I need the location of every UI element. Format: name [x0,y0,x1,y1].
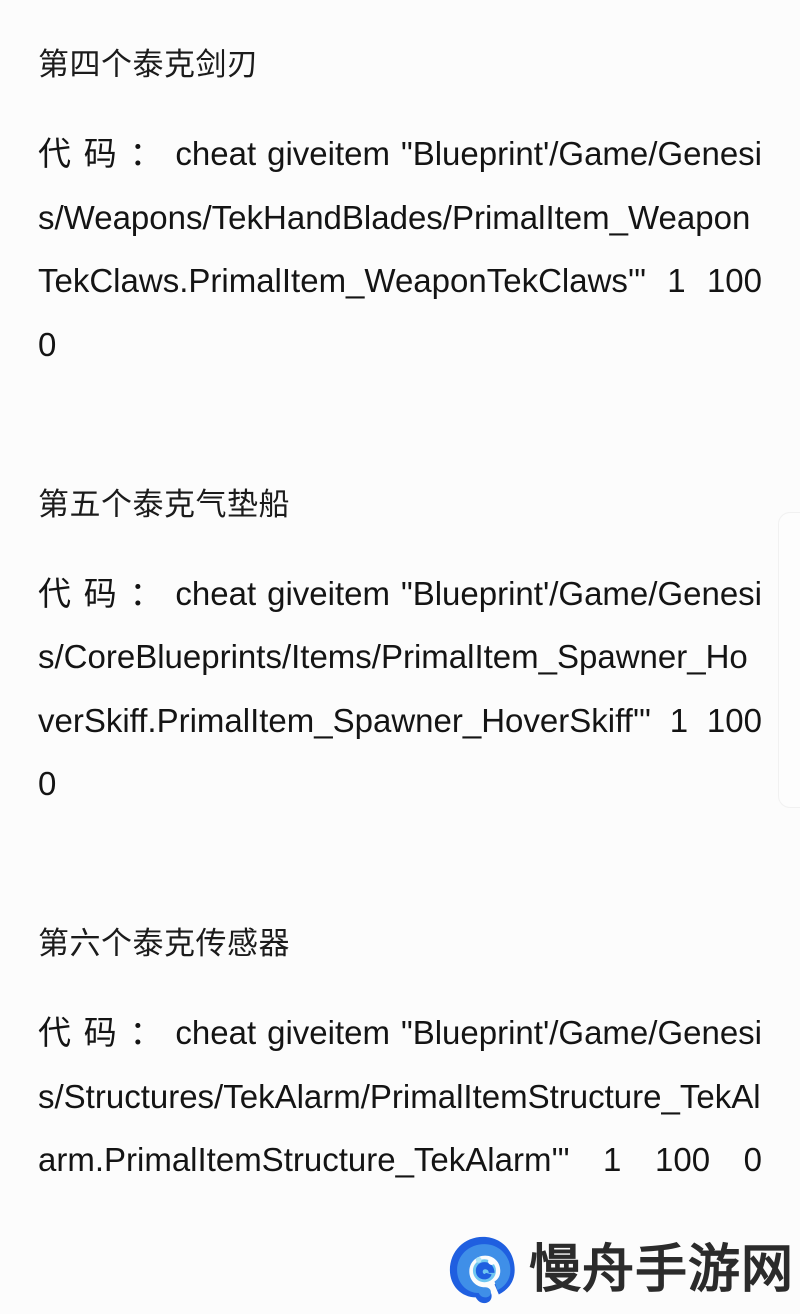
page-root: 第四个泰克剑刃 代 码 ： cheat giveitem "Blueprint'… [0,0,800,1314]
code-section: 第四个泰克剑刃 代 码 ： cheat giveitem "Blueprint'… [38,44,762,440]
section-heading: 第五个泰克气垫船 [38,486,290,522]
section-heading: 第四个泰克剑刃 [38,47,259,82]
code-text[interactable]: 代 码 ： cheat giveitem "Blueprint'/Game/Ge… [38,122,762,440]
article-body: 第四个泰克剑刃 代 码 ： cheat giveitem "Blueprint'… [38,0,762,1255]
code-section: 第六个泰克传感器 代 码 ： cheat giveitem "Blueprint… [38,923,762,1255]
section-heading: 第六个泰克传感器 [38,926,290,961]
code-text[interactable]: 代 码 ： cheat giveitem "Blueprint'/Game/Ge… [38,562,762,880]
scroll-rail[interactable] [778,512,800,808]
code-section: 第五个泰克气垫船 代 码 ： cheat giveitem "Blueprint… [38,484,762,880]
code-text[interactable]: 代 码 ： cheat giveitem "Blueprint'/Game/Ge… [38,1001,762,1255]
